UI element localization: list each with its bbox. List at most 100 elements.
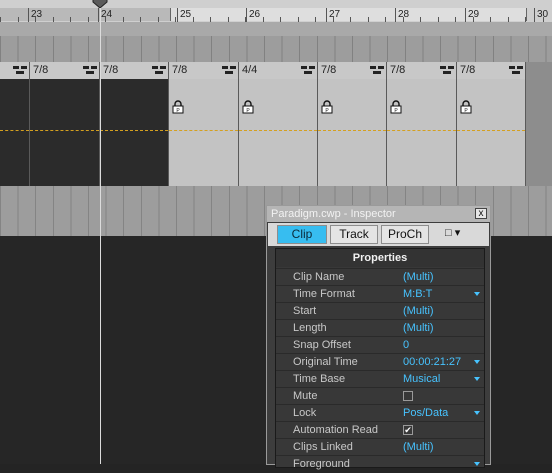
clip-header[interactable]: 7/8 — [169, 62, 238, 80]
property-row[interactable]: Time Base Musical — [276, 370, 484, 388]
chevron-down-icon[interactable] — [474, 411, 480, 415]
property-row[interactable]: Time Format M:B:T — [276, 285, 484, 303]
marker-strip[interactable] — [0, 22, 552, 37]
clip-meter-label: 4/4 — [242, 64, 258, 76]
clip[interactable]: 7/8 — [30, 62, 100, 186]
clip[interactable]: 7/8 P — [387, 62, 457, 186]
property-value[interactable]: 00:00:21:27 — [403, 356, 461, 368]
loop-icon[interactable] — [370, 65, 384, 75]
clip[interactable]: 7/8 — [100, 62, 169, 186]
loop-icon[interactable] — [509, 65, 523, 75]
inspector-window[interactable]: Paradigm.cwp - Inspector x Clip Track Pr… — [266, 205, 491, 470]
ruler-bar-label: 28 — [398, 9, 410, 20]
property-row[interactable]: Foreground — [276, 455, 484, 473]
clip-meter-label: 7/8 — [103, 64, 119, 76]
now-time-cursor[interactable] — [100, 0, 101, 464]
property-row[interactable]: Automation Read ✔ — [276, 421, 484, 439]
property-value[interactable]: M:B:T — [403, 288, 432, 300]
inspector-title-bar[interactable]: Paradigm.cwp - Inspector x — [267, 206, 490, 222]
clip-body[interactable]: P — [318, 79, 386, 186]
property-row[interactable]: Snap Offset 0 — [276, 336, 484, 354]
property-value[interactable]: (Multi) — [403, 271, 434, 283]
ruler-bar-tick — [326, 8, 327, 22]
clip[interactable]: 7/8 P — [457, 62, 526, 186]
automation-line[interactable] — [387, 130, 456, 131]
property-value[interactable]: Pos/Data — [403, 407, 448, 419]
ruler-bar-tick — [98, 8, 99, 22]
property-label: Clips Linked — [293, 441, 353, 453]
clip-header[interactable]: 7/8 — [457, 62, 525, 80]
clip-header[interactable]: 7/8 — [100, 62, 168, 80]
lock-icon: P — [460, 100, 472, 114]
clip-header[interactable]: 4/4 — [239, 62, 317, 80]
property-row[interactable]: Clips Linked (Multi) — [276, 438, 484, 456]
automation-line[interactable] — [318, 130, 386, 131]
properties-panel: Properties Clip Name (Multi) Time Format M:… — [275, 248, 485, 470]
loop-icon[interactable] — [13, 65, 27, 75]
property-checkbox[interactable] — [403, 391, 413, 401]
inspector-menu-button[interactable]: □ ▾ — [445, 226, 485, 243]
property-row[interactable]: Start (Multi) — [276, 302, 484, 320]
property-row[interactable]: Lock Pos/Data — [276, 404, 484, 422]
ruler-bar-label: 23 — [31, 9, 43, 20]
ruler-bar-tick — [177, 8, 178, 22]
chevron-down-icon[interactable] — [474, 292, 480, 296]
property-row[interactable]: Original Time 00:00:21:27 — [276, 353, 484, 371]
clip-body[interactable] — [0, 79, 29, 186]
clip-body[interactable]: P — [387, 79, 456, 186]
property-value[interactable]: (Multi) — [403, 305, 434, 317]
property-label: Length — [293, 322, 327, 334]
clip[interactable]: 4/4 P — [239, 62, 318, 186]
automation-line[interactable] — [457, 130, 525, 131]
loop-icon[interactable] — [440, 65, 454, 75]
ruler-bar-tick — [465, 8, 466, 22]
tab-proch[interactable]: ProCh — [381, 225, 429, 244]
automation-line[interactable] — [30, 130, 99, 131]
property-row[interactable]: Length (Multi) — [276, 319, 484, 337]
tab-track[interactable]: Track — [330, 225, 378, 244]
close-button[interactable]: x — [475, 208, 487, 219]
clip-body[interactable]: P — [169, 79, 238, 186]
track-lane-upper[interactable] — [0, 36, 552, 62]
clip-body[interactable] — [100, 79, 168, 186]
clip-body[interactable] — [30, 79, 99, 186]
chevron-down-icon[interactable] — [474, 377, 480, 381]
property-value[interactable]: (Multi) — [403, 322, 434, 334]
property-row[interactable]: Mute — [276, 387, 484, 405]
ruler-bar-tick — [534, 8, 535, 22]
property-label: Snap Offset — [293, 339, 351, 351]
property-checkbox[interactable]: ✔ — [403, 425, 413, 435]
loop-icon[interactable] — [301, 65, 315, 75]
loop-icon[interactable] — [222, 65, 236, 75]
clip-body[interactable]: P — [457, 79, 525, 186]
clip-header[interactable]: 7/8 — [387, 62, 456, 80]
property-row[interactable]: Clip Name (Multi) — [276, 268, 484, 286]
clip-header[interactable] — [0, 62, 29, 80]
property-value[interactable]: Musical — [403, 373, 440, 385]
clip[interactable]: 7/8 P — [169, 62, 239, 186]
clip-header[interactable]: 7/8 — [318, 62, 386, 80]
automation-line[interactable] — [0, 130, 29, 131]
now-time-marker-icon[interactable] — [91, 0, 109, 8]
loop-icon[interactable] — [83, 65, 97, 75]
clip-body[interactable]: P — [239, 79, 317, 186]
timeline-ruler[interactable]: 23 24 25 26 27 28 29 30 — [0, 0, 552, 23]
clip[interactable]: 7/8 P — [318, 62, 387, 186]
inspector-tabs: Clip Track ProCh □ ▾ — [268, 223, 489, 246]
clip[interactable] — [0, 62, 30, 186]
ruler-shaded-region — [0, 8, 170, 21]
lock-icon: P — [321, 100, 333, 114]
automation-line[interactable] — [239, 130, 317, 131]
automation-line[interactable] — [169, 130, 238, 131]
loop-icon[interactable] — [152, 65, 166, 75]
property-value[interactable]: 0 — [403, 339, 409, 351]
clip-meter-label: 7/8 — [321, 64, 337, 76]
chevron-down-icon[interactable] — [474, 360, 480, 364]
clip-header[interactable]: 7/8 — [30, 62, 99, 80]
automation-line[interactable] — [100, 130, 168, 131]
chevron-down-icon[interactable] — [474, 462, 480, 466]
tab-clip[interactable]: Clip — [277, 225, 327, 244]
clips-lane[interactable]: 7/8 7/8 7/8 P 4/4 P 7/8 P 7/8 P 7/8 P — [0, 62, 552, 186]
clip-meter-label: 7/8 — [460, 64, 476, 76]
property-value[interactable]: (Multi) — [403, 441, 434, 453]
